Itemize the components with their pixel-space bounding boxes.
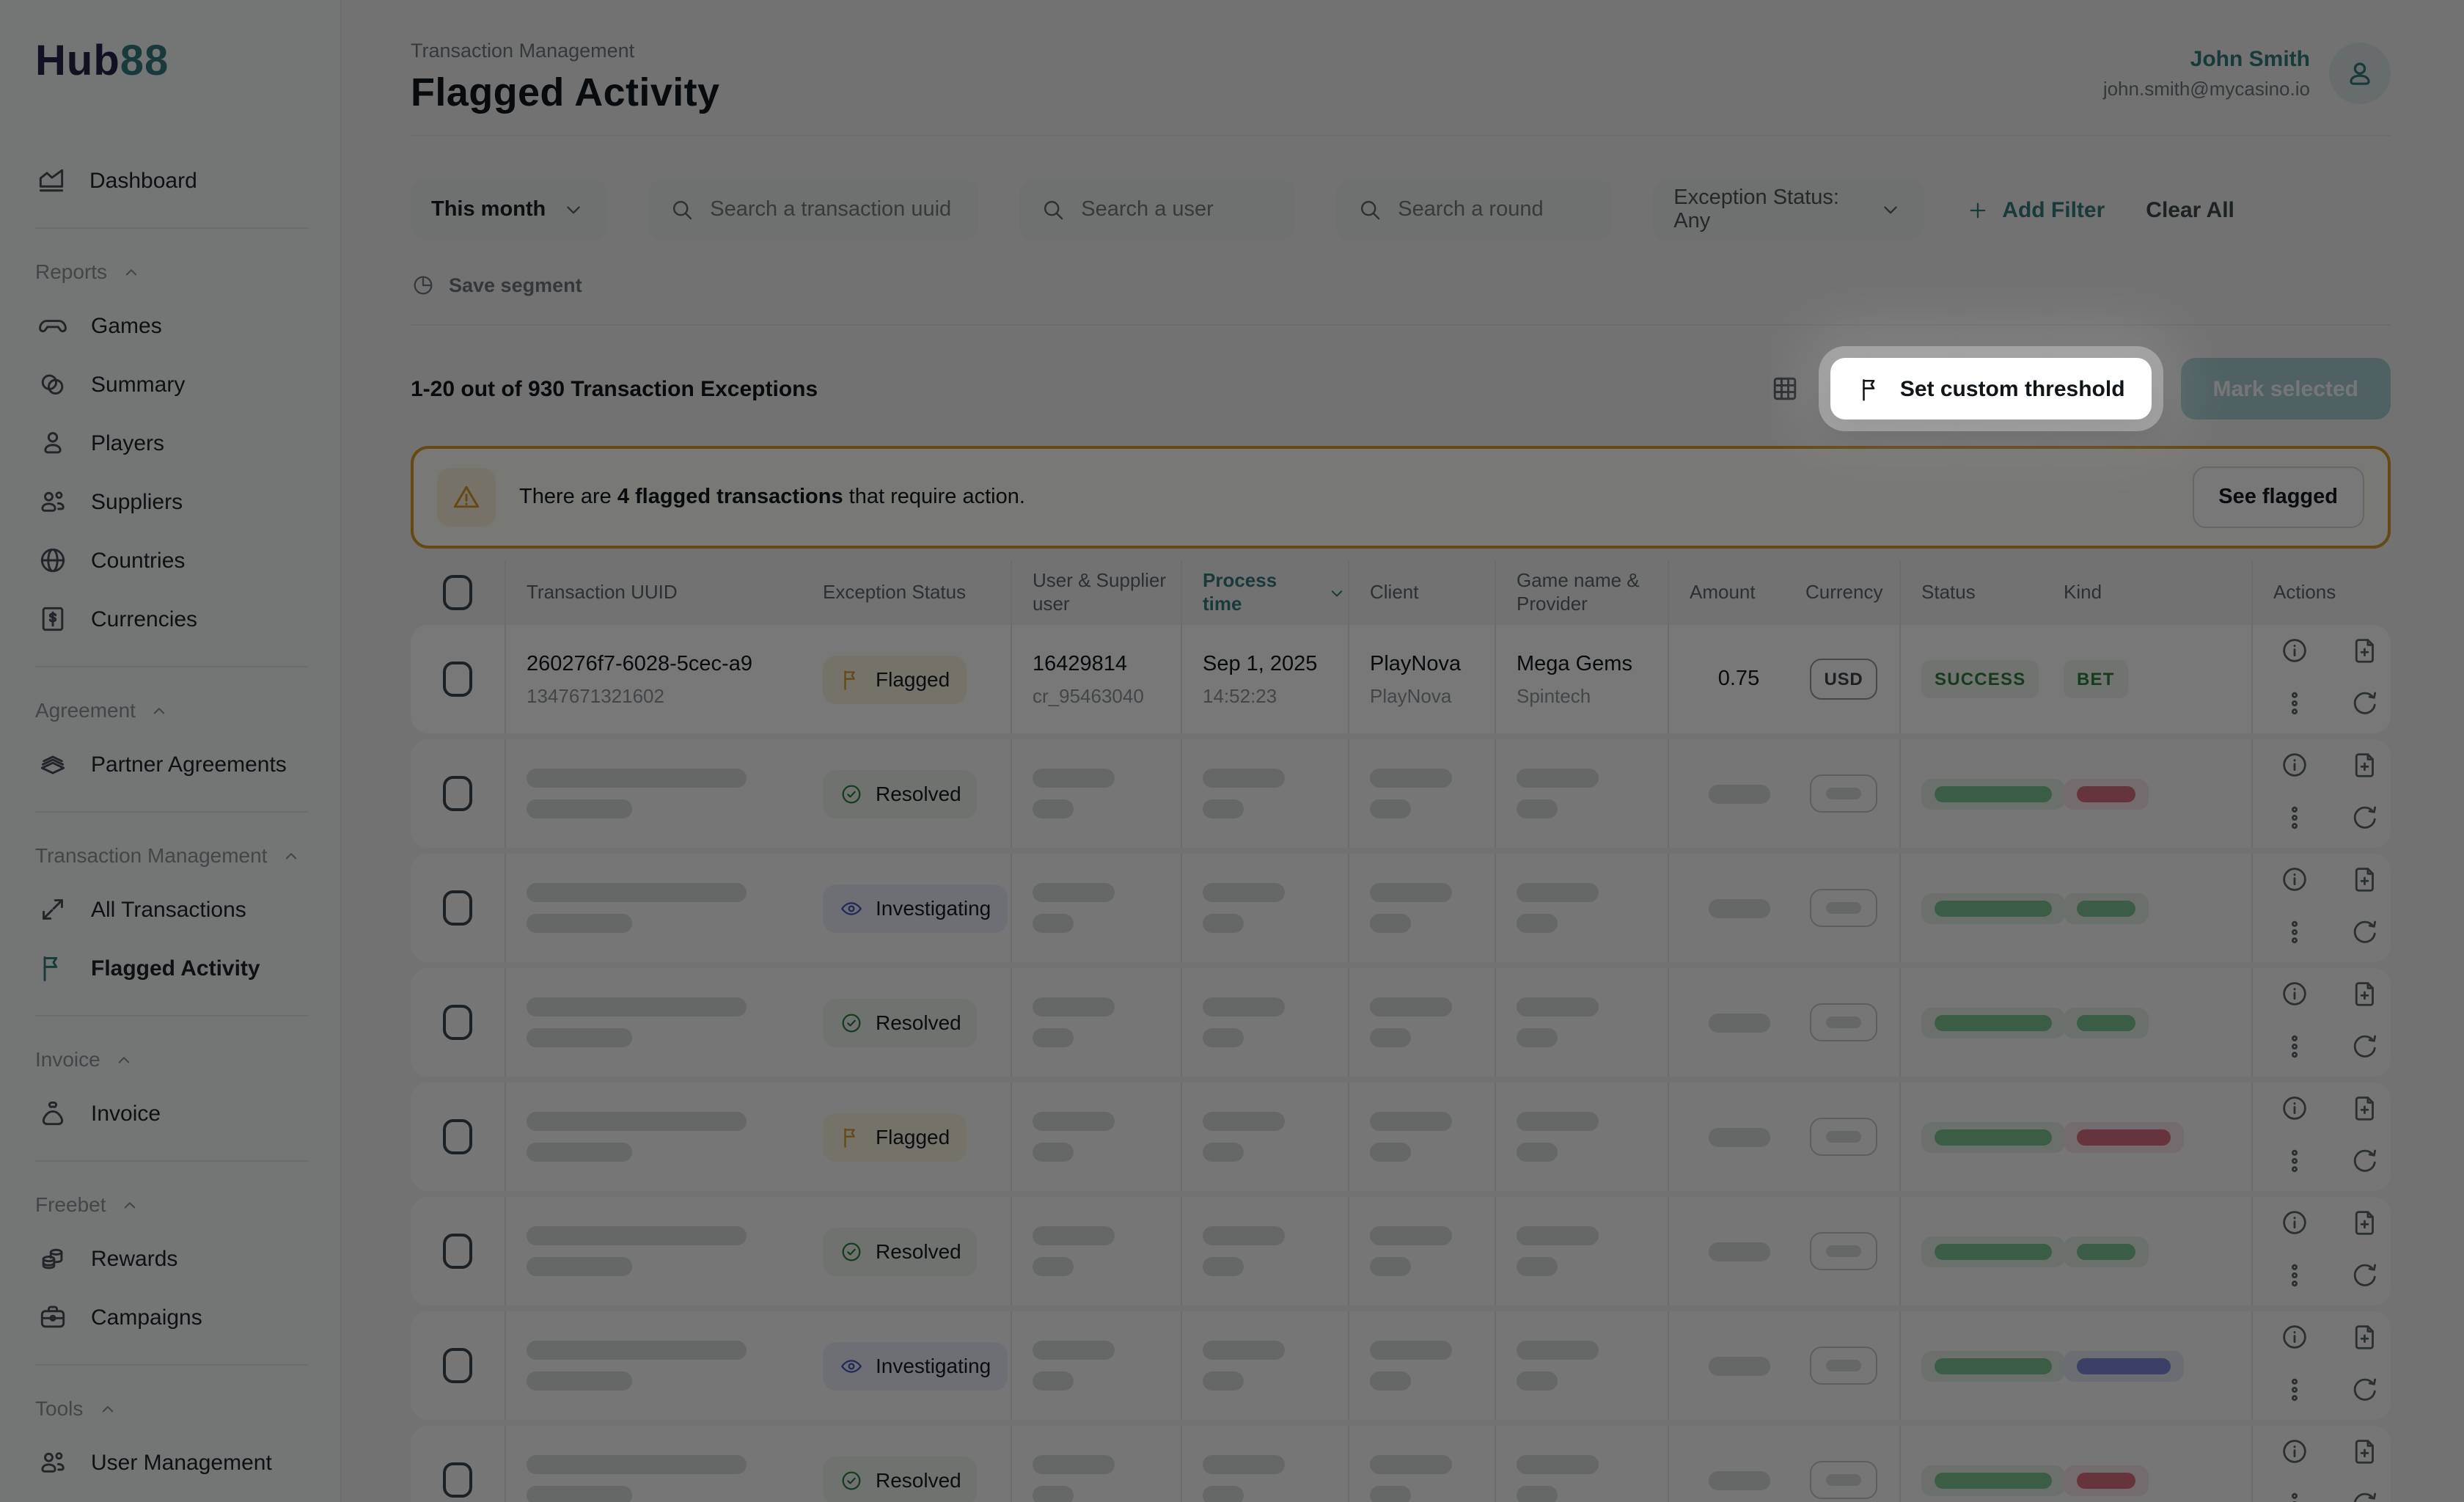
flag-icon bbox=[1858, 375, 1885, 403]
app-window: Hub88 Dashboard Reports Games Summary Pl… bbox=[0, 0, 2464, 1502]
set-custom-threshold-button[interactable]: Set custom threshold bbox=[1831, 358, 2152, 420]
spotlight-overlay bbox=[0, 0, 2464, 1502]
